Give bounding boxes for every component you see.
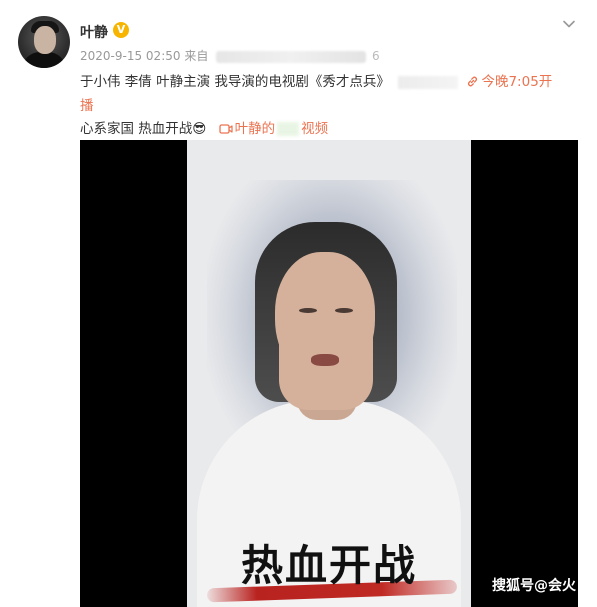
- post-text-tagline: 心系家国 热血开战: [80, 121, 193, 137]
- video-link[interactable]: 叶静的 视频: [219, 121, 329, 137]
- person-mouth: [311, 354, 339, 366]
- video-player[interactable]: 热血开战 搜狐号@会火: [80, 140, 578, 607]
- video-link-label: 叶静的: [234, 121, 276, 137]
- link-icon: [468, 76, 478, 87]
- person-right-eye: [335, 308, 353, 313]
- weibo-post: 叶静 V 2020-9-15 02:50 来自 6 于小伟 李倩 叶静主演 我导…: [0, 0, 597, 607]
- blurred-text: [398, 75, 459, 89]
- post-source-label: 来自: [184, 49, 209, 63]
- verified-badge-icon: V: [113, 22, 129, 38]
- watermark: 搜狐号@会火: [492, 578, 576, 594]
- blurred-name: [277, 122, 300, 136]
- broadcast-link-label: 今晚7:05开: [481, 74, 553, 90]
- broadcast-link[interactable]: 今晚7:05开: [466, 74, 552, 90]
- post-timestamp[interactable]: 2020-9-15 02:50: [80, 49, 181, 63]
- post-meta: 2020-9-15 02:50 来自 6: [80, 47, 380, 64]
- post-text-line-3: 心系家国 热血开战😎 叶静的 视频: [80, 117, 328, 137]
- post-source-tail: 6: [372, 49, 380, 63]
- video-frame: 热血开战: [187, 140, 471, 607]
- chevron-down-icon[interactable]: [561, 16, 577, 32]
- post-text-line-1: 于小伟 李倩 叶静主演 我导演的电视剧《秀才点兵》 今晚7:05开: [80, 70, 552, 90]
- video-link-suffix: 视频: [301, 121, 329, 137]
- post-text-line-2[interactable]: 播: [80, 94, 94, 114]
- avatar-face: [34, 26, 56, 54]
- username[interactable]: 叶静: [80, 22, 108, 42]
- cool-emoji-icon: 😎: [192, 121, 207, 137]
- blurred-source: [216, 50, 367, 63]
- post-text-main: 于小伟 李倩 叶静主演 我导演的电视剧《秀才点兵》: [80, 74, 390, 90]
- avatar-shoulders: [22, 52, 66, 68]
- video-overlay-title: 热血开战: [240, 541, 417, 590]
- video-icon: [219, 124, 233, 134]
- person-left-eye: [299, 308, 317, 313]
- avatar[interactable]: [18, 16, 70, 68]
